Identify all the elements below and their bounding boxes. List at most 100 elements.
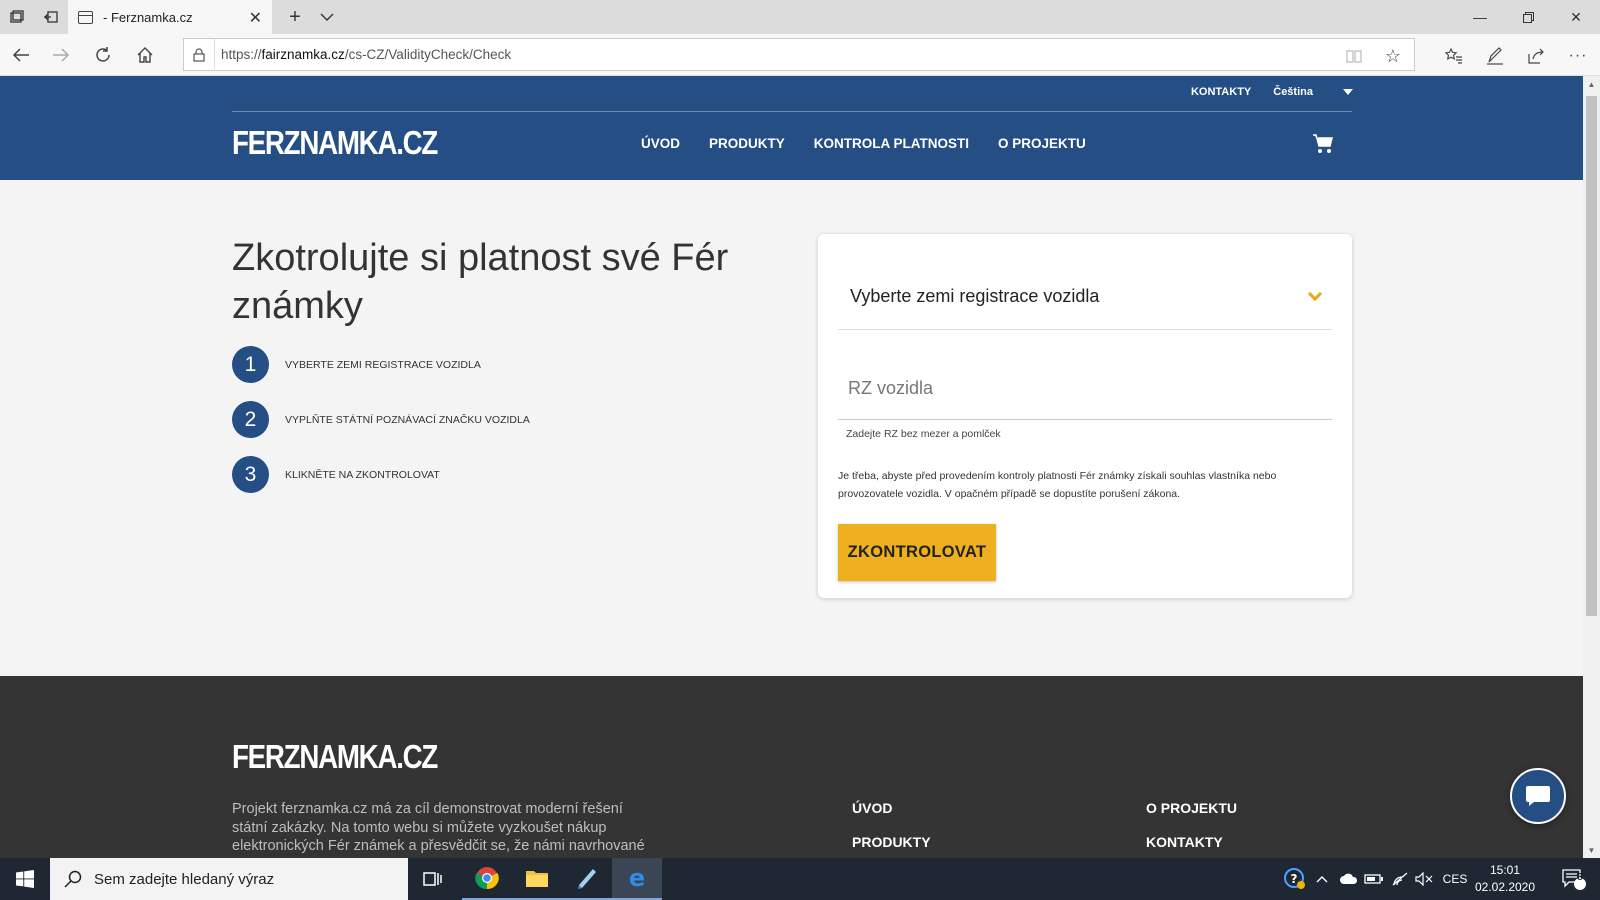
footer-links-col-1: ÚVOD PRODUKTY <box>852 800 931 858</box>
scroll-up-icon[interactable]: ▲ <box>1583 76 1600 92</box>
favorites-list-icon[interactable] <box>1440 42 1468 70</box>
step-number: 2 <box>232 401 269 438</box>
step-number: 3 <box>232 456 269 493</box>
nav-o-projektu[interactable]: O PROJEKTU <box>998 136 1086 151</box>
volume-muted-icon[interactable] <box>1412 858 1436 900</box>
forward-icon[interactable] <box>44 38 78 72</box>
set-tabs-aside-icon[interactable] <box>34 0 68 34</box>
taskbar-clock[interactable]: 15:01 02.02.2020 <box>1470 862 1540 896</box>
site-footer: FERZNAMKA.CZ Projekt ferznamka.cz má za … <box>0 676 1583 858</box>
lock-icon <box>184 47 214 62</box>
reading-view-icon[interactable] <box>1340 42 1368 70</box>
taskbar-search[interactable]: Sem zadejte hledaný výraz <box>50 858 408 900</box>
language-label: Čeština <box>1273 86 1313 98</box>
back-icon[interactable] <box>4 38 38 72</box>
clock-date: 02.02.2020 <box>1474 880 1536 894</box>
share-icon[interactable] <box>1522 42 1550 70</box>
home-icon[interactable] <box>128 38 162 72</box>
country-select[interactable]: Vyberte zemi registrace vozidla <box>838 264 1332 330</box>
restore-icon[interactable] <box>1504 0 1552 34</box>
step-item: 2 VYPLŇTE STÁTNÍ POZNÁVACÍ ZNAČKU VOZIDL… <box>232 401 530 438</box>
step-number: 1 <box>232 346 269 383</box>
tab-list-chevron-icon[interactable] <box>310 0 344 34</box>
windows-start-icon[interactable] <box>0 858 50 900</box>
site-logo[interactable]: FERZNAMKA.CZ <box>232 124 438 162</box>
steps-list: 1 VYBERTE ZEMI REGISTRACE VOZIDLA 2 VYPL… <box>232 346 530 511</box>
country-select-label: Vyberte zemi registrace vozidla <box>850 286 1100 306</box>
browser-tab-bar: - Ferznamka.cz ✕ + — ✕ <box>0 0 1600 34</box>
page-scrollbar[interactable]: ▲ ▼ <box>1583 76 1600 858</box>
more-options-icon[interactable]: ··· <box>1564 42 1592 70</box>
contacts-link[interactable]: KONTAKTY <box>1191 86 1251 98</box>
main-nav: ÚVOD PRODUKTY KONTROLA PLATNOSTI O PROJE… <box>641 136 1086 151</box>
url-path: /cs-CZ/ValidityCheck/Check <box>344 47 512 62</box>
top-links: KONTAKTY Čeština <box>1191 86 1353 98</box>
search-icon <box>64 870 82 888</box>
footer-link-o-projektu[interactable]: O PROJEKTU <box>1146 800 1237 816</box>
step-text: KLIKNĚTE NA ZKONTROLOVAT <box>285 468 440 481</box>
step-text: VYPLŇTE STÁTNÍ POZNÁVACÍ ZNAČKU VOZIDLA <box>285 413 530 426</box>
windows-taskbar: Sem zadejte hledaný výraz e ? CES 15:01 … <box>0 858 1600 900</box>
refresh-icon[interactable] <box>86 38 120 72</box>
close-window-icon[interactable]: ✕ <box>1552 0 1600 34</box>
chat-bubble-icon <box>1526 786 1550 806</box>
pen-notes-icon[interactable] <box>1481 42 1509 70</box>
wifi-icon[interactable] <box>1388 858 1412 900</box>
address-bar[interactable]: https://fairznamka.cz/cs-CZ/ValidityChec… <box>183 38 1415 71</box>
nav-produkty[interactable]: PRODUKTY <box>709 136 785 151</box>
chevron-down-icon <box>1307 286 1323 301</box>
site-header: KONTAKTY Čeština FERZNAMKA.CZ ÚVOD PRODU… <box>0 76 1583 180</box>
footer-description: Projekt ferznamka.cz má za cíl demonstro… <box>232 801 645 854</box>
chevron-up-icon[interactable] <box>1312 858 1332 900</box>
tab-manager-icon[interactable] <box>0 0 34 34</box>
step-item: 3 KLIKNĚTE NA ZKONTROLOVAT <box>232 456 530 493</box>
page-icon <box>78 10 93 24</box>
cart-icon[interactable] <box>1312 134 1334 159</box>
caret-down-icon <box>1343 89 1353 95</box>
active-tab[interactable]: - Ferznamka.cz ✕ <box>68 0 272 34</box>
chrome-icon[interactable] <box>462 858 512 900</box>
consent-notice: Je třeba, abyste před provedením kontrol… <box>838 470 1277 500</box>
language-selector[interactable]: Čeština <box>1273 86 1353 98</box>
tab-title: - Ferznamka.cz <box>103 9 193 25</box>
nav-uvod[interactable]: ÚVOD <box>641 136 680 151</box>
file-explorer-icon[interactable] <box>512 858 562 900</box>
scroll-thumb[interactable] <box>1586 96 1597 616</box>
svg-text:?: ? <box>1291 872 1298 886</box>
svg-text:e: e <box>629 866 645 890</box>
footer-link-produkty[interactable]: PRODUKTY <box>852 834 931 850</box>
favorite-star-icon[interactable]: ☆ <box>1379 42 1407 70</box>
task-view-icon[interactable] <box>408 858 458 900</box>
browser-nav-bar: https://fairznamka.cz/cs-CZ/ValidityChec… <box>0 34 1600 76</box>
rz-input[interactable] <box>838 358 1332 420</box>
notes-app-icon[interactable] <box>562 858 612 900</box>
onedrive-icon[interactable] <box>1336 858 1362 900</box>
step-text: VYBERTE ZEMI REGISTRACE VOZIDLA <box>285 358 481 371</box>
notification-count: 3 <box>1577 872 1583 883</box>
validity-check-card: Vyberte zemi registrace vozidla Zadejte … <box>818 234 1352 598</box>
page-viewport: KONTAKTY Čeština FERZNAMKA.CZ ÚVOD PRODU… <box>0 76 1583 858</box>
step-item: 1 VYBERTE ZEMI REGISTRACE VOZIDLA <box>232 346 530 383</box>
taskbar-search-placeholder: Sem zadejte hledaný výraz <box>94 870 275 888</box>
nav-kontrola-platnosti[interactable]: KONTROLA PLATNOSTI <box>814 136 969 151</box>
rz-hint: Zadejte RZ bez mezer a pomlček <box>846 428 1001 440</box>
footer-link-kontakty[interactable]: KONTAKTY <box>1146 834 1237 850</box>
check-button[interactable]: ZKONTROLOVAT <box>838 524 996 581</box>
new-tab-icon[interactable]: + <box>278 0 312 34</box>
battery-icon[interactable] <box>1362 858 1386 900</box>
clock-time: 15:01 <box>1489 863 1521 877</box>
page-title: Zkotrolujte si platnost své Fér známky <box>232 237 729 327</box>
scroll-down-icon[interactable]: ▼ <box>1583 842 1600 858</box>
footer-link-uvod[interactable]: ÚVOD <box>852 800 931 816</box>
url-host: fairznamka.cz <box>261 47 345 62</box>
minimize-icon[interactable]: — <box>1456 0 1504 34</box>
url-prefix: https:// <box>221 47 262 62</box>
help-icon[interactable]: ? <box>1280 858 1310 900</box>
edge-browser-icon[interactable]: e <box>612 858 662 900</box>
action-center-icon[interactable]: 3 <box>1554 858 1594 900</box>
footer-logo[interactable]: FERZNAMKA.CZ <box>232 738 438 776</box>
header-divider <box>232 111 1352 112</box>
chat-button[interactable] <box>1510 768 1566 824</box>
input-language[interactable]: CES <box>1440 858 1470 900</box>
close-tab-icon[interactable]: ✕ <box>249 8 262 28</box>
